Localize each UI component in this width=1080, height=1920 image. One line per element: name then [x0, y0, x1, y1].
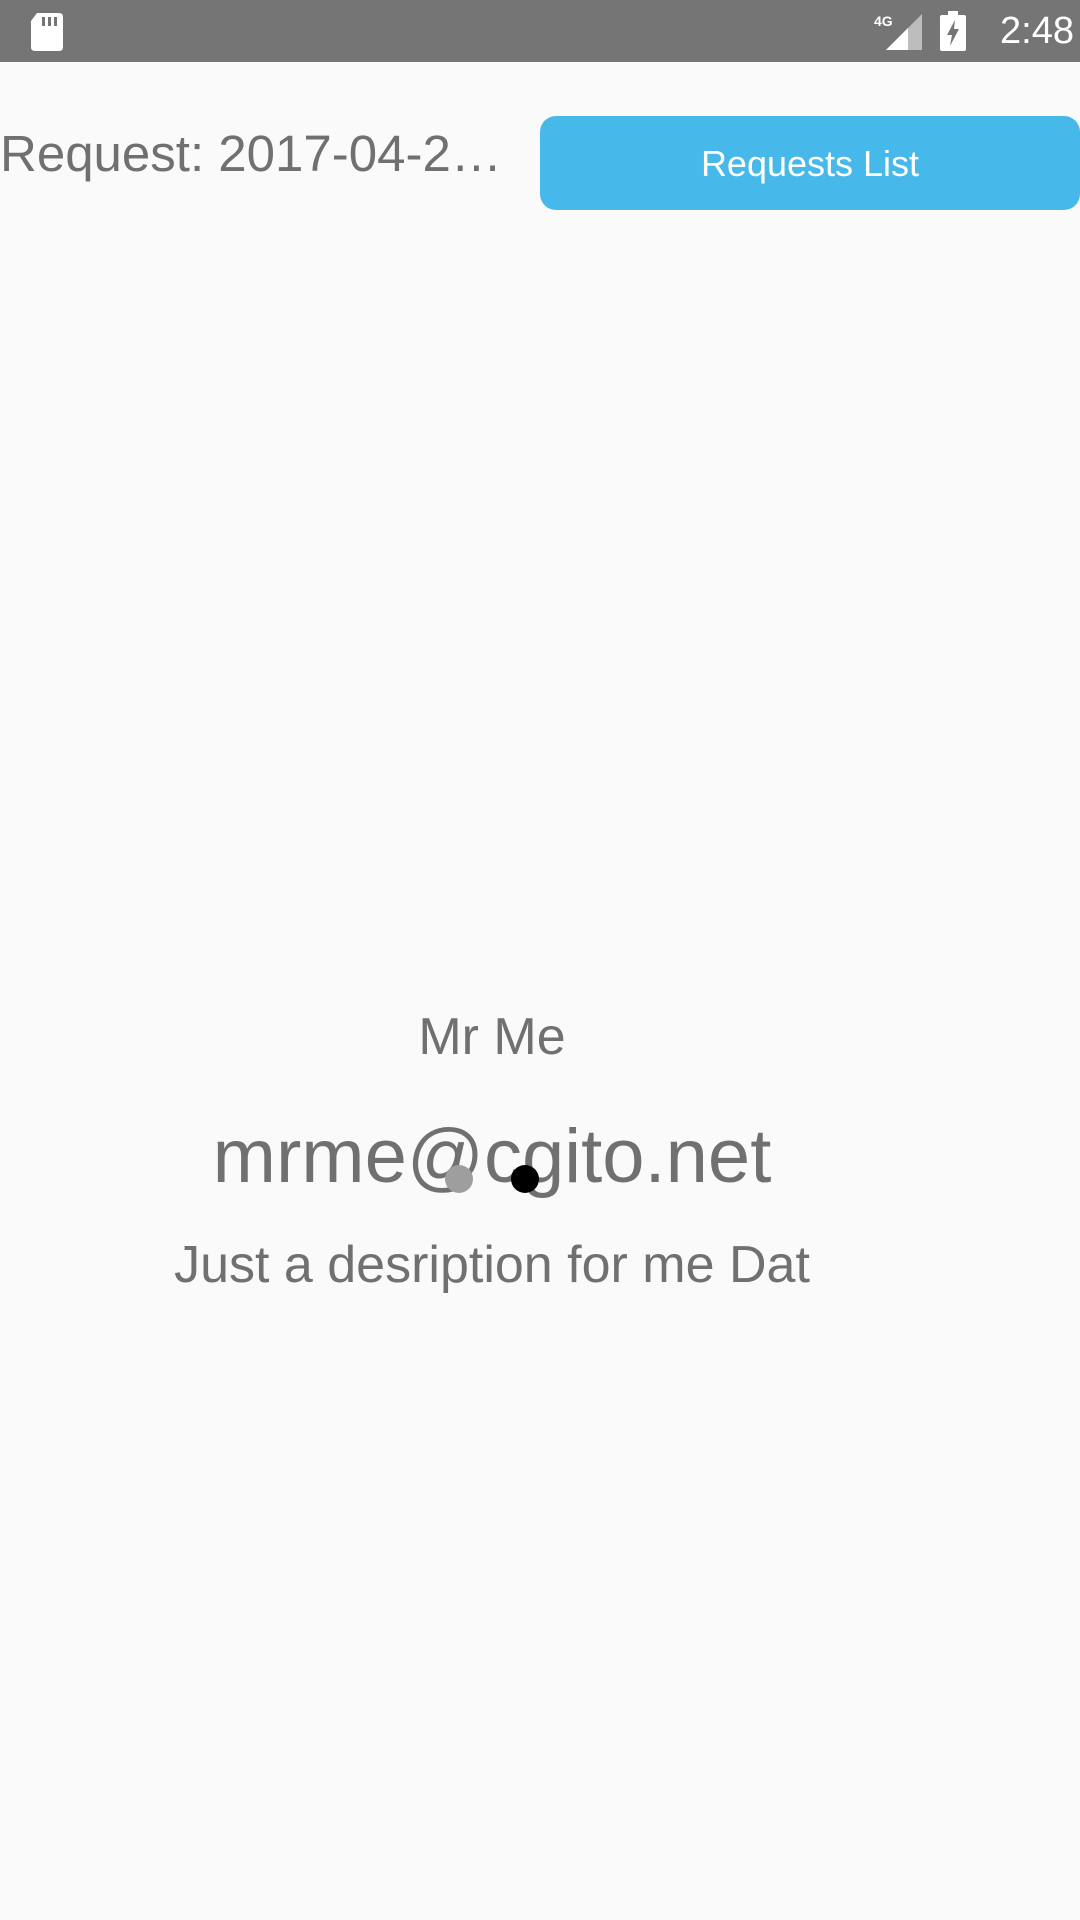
contact-email: mrme@cgito.net [212, 1114, 772, 1199]
touch-indicator-dot [445, 1165, 473, 1193]
requests-list-button[interactable]: Requests List [540, 116, 1080, 210]
screen: 4G 2:48 Request: 2017-04-21… Requests Li… [0, 0, 1080, 1920]
request-title: Request: 2017-04-21… [0, 125, 528, 182]
battery-charging-icon [940, 11, 966, 51]
status-bar: 4G 2:48 [0, 0, 1080, 62]
request-description: Just a desription for me Dat [174, 1236, 810, 1294]
status-clock: 2:48 [1000, 10, 1074, 52]
sd-card-icon [31, 13, 63, 51]
cell-signal-icon: 4G [874, 13, 922, 50]
network-type-label: 4G [874, 13, 893, 29]
touch-indicator-dot [511, 1165, 539, 1193]
contact-name: Mr Me [418, 1008, 566, 1066]
